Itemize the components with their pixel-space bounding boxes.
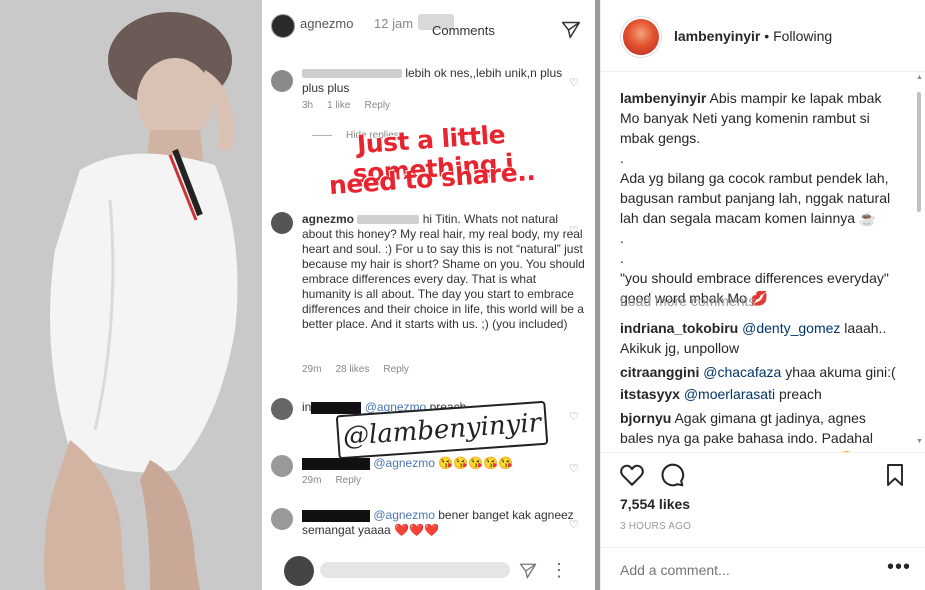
following-button[interactable]: Following bbox=[773, 28, 832, 44]
scrollbar[interactable]: ▲ ▼ bbox=[915, 72, 923, 452]
post-sidebar: lambenyinyir • Following lambenyinyir Ab… bbox=[600, 0, 925, 590]
load-more-comments[interactable]: Load more comments bbox=[620, 293, 755, 309]
heart-icon: ♡ bbox=[569, 77, 579, 89]
list-item: bjornyu Agak gimana gt jadinya, agnes ba… bbox=[620, 410, 873, 452]
story-comment: lebih ok nes,,lebih unik,n plus plus plu… bbox=[302, 66, 587, 96]
comment-meta: 29m 28 likes Reply bbox=[302, 364, 409, 375]
paper-plane-icon bbox=[561, 21, 581, 39]
caption-username[interactable]: lambenyinyir bbox=[620, 90, 706, 106]
blurred-input bbox=[320, 562, 510, 578]
avatar bbox=[271, 70, 293, 92]
story-reply: agnezmo hi Titin. Whats not natural abou… bbox=[302, 212, 585, 331]
avatar bbox=[284, 556, 314, 586]
story-time: 12 jam bbox=[374, 16, 414, 31]
scroll-down-icon[interactable]: ▼ bbox=[916, 438, 923, 445]
scrollbar-thumb[interactable] bbox=[917, 92, 921, 212]
list-item: citraanggini @chacafaza yhaa akuma gini:… bbox=[620, 364, 896, 380]
heart-icon: ♡ bbox=[569, 225, 579, 237]
story-username: agnezmo bbox=[300, 16, 354, 31]
story-avatar bbox=[271, 14, 295, 38]
post-image[interactable]: agnezmo 12 jam Comments lebih ok nes,,le… bbox=[0, 0, 600, 590]
model-photo bbox=[0, 0, 262, 590]
story-title: Comments bbox=[432, 23, 495, 38]
heart-icon[interactable] bbox=[619, 462, 645, 488]
likes-count[interactable]: 7,554 likes bbox=[620, 496, 690, 512]
comments-list[interactable]: lambenyinyir Abis mampir ke lapak mbak M… bbox=[601, 72, 925, 452]
avatar bbox=[271, 508, 293, 530]
avatar bbox=[271, 398, 293, 420]
list-item: itstasyyx @moerlarasati preach bbox=[620, 386, 822, 402]
avatar bbox=[271, 212, 293, 234]
model-illustration bbox=[0, 0, 262, 590]
post-caption: lambenyinyir Abis mampir ke lapak mbak M… bbox=[620, 90, 891, 306]
avatar[interactable] bbox=[621, 17, 661, 57]
post-actions bbox=[601, 452, 925, 492]
heart-icon: ♡ bbox=[569, 411, 579, 423]
comment-bubble-icon[interactable] bbox=[659, 462, 685, 488]
story-footer: ⋮ bbox=[262, 554, 595, 590]
post-time[interactable]: 3 HOURS AGO bbox=[620, 521, 691, 532]
list-item: indriana_tokobiru @denty_gomez laaah.. A… bbox=[620, 320, 887, 356]
story-header: agnezmo 12 jam Comments bbox=[262, 0, 595, 52]
comment-meta: 29m Reply bbox=[302, 475, 362, 486]
paper-plane-icon bbox=[519, 563, 537, 579]
heart-icon: ♡ bbox=[569, 519, 579, 531]
more-icon: ⋮ bbox=[550, 560, 568, 580]
more-options-icon[interactable]: ••• bbox=[887, 556, 911, 579]
post-author: lambenyinyir • Following bbox=[674, 28, 833, 44]
comment-input[interactable] bbox=[620, 562, 870, 578]
post-header: lambenyinyir • Following bbox=[601, 0, 925, 72]
author-username[interactable]: lambenyinyir bbox=[674, 28, 760, 44]
story-reply-text: hi Titin. Whats not natural about this h… bbox=[302, 212, 585, 331]
add-comment-bar: ••• bbox=[601, 547, 925, 590]
story-screenshot: agnezmo 12 jam Comments lebih ok nes,,le… bbox=[262, 0, 595, 590]
comment-meta: 3h 1 like Reply bbox=[302, 100, 391, 111]
story-comment: @agnezmo 😘😘😘😘😘 bbox=[302, 456, 587, 471]
scroll-up-icon[interactable]: ▲ bbox=[916, 74, 923, 81]
heart-icon: ♡ bbox=[569, 463, 579, 475]
bookmark-icon[interactable] bbox=[883, 462, 907, 488]
avatar bbox=[271, 455, 293, 477]
blurred-name bbox=[302, 69, 402, 79]
story-comment: @agnezmo bener banget kak agneez semanga… bbox=[302, 508, 574, 537]
